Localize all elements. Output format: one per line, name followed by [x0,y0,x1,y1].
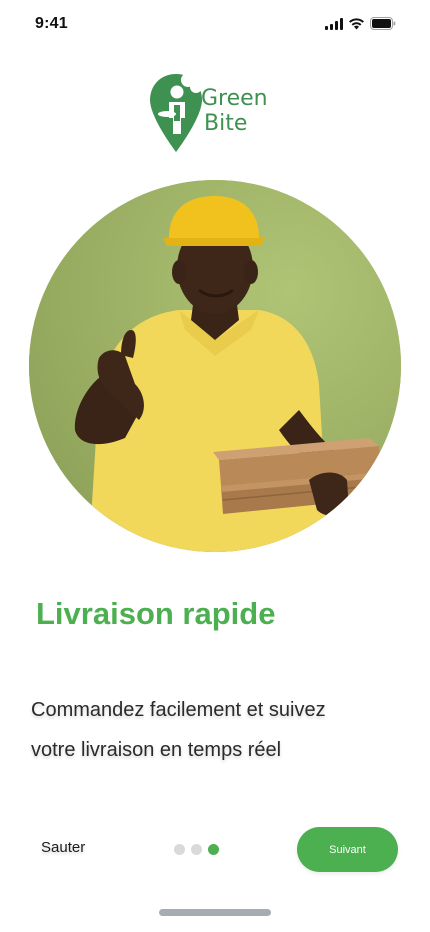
description-line-1: Commandez facilement et suivez [31,699,326,721]
wifi-icon [349,17,364,29]
hero-image [29,180,401,552]
page-dot-2[interactable] [191,844,202,855]
onboarding-description: Commandez facilement et suivez votre liv… [31,690,391,770]
status-time: 9:41 [35,15,68,32]
skip-button[interactable]: Sauter [41,839,85,856]
map-pin-logo-icon [150,73,202,152]
delivery-person-illustration [29,180,401,552]
cellular-signal-icon [325,17,343,30]
page-dot-1[interactable] [174,844,185,855]
status-icons [325,17,396,30]
green-bite-logo: Green Bite [148,72,278,154]
page-dot-3-active[interactable] [208,844,219,855]
home-indicator[interactable] [159,909,271,916]
brand-name-line1: Green [201,86,268,111]
onboarding-title: Livraison rapide [36,596,276,631]
page-indicator [174,844,219,855]
description-line-2: votre livraison en temps réel [31,739,282,761]
status-bar: 9:41 [0,0,430,50]
next-button[interactable]: Suivant [297,827,398,872]
battery-icon [370,17,396,30]
brand-name-line2: Bite [204,111,248,136]
